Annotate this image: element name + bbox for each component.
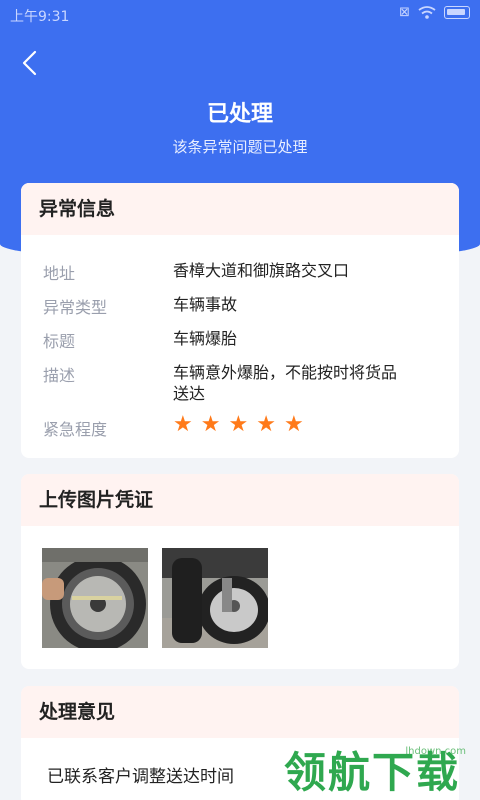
wifi-icon [418, 5, 436, 19]
opinion-text: 已联系客户调整送达时间 [47, 767, 234, 787]
card-title: 异常信息 [21, 183, 459, 235]
card-title: 上传图片凭证 [21, 474, 459, 526]
evidence-photo-2[interactable] [162, 548, 268, 648]
status-time: 上午9:31 [10, 9, 70, 25]
urgency-rating: ★ ★ ★ ★ ★ [173, 414, 304, 436]
info-label: 标题 [43, 332, 76, 351]
info-label: 紧急程度 [43, 420, 108, 439]
watermark-logo: lhdown.com 领航下载 [284, 736, 474, 800]
page-subtitle: 该条异常问题已处理 [172, 138, 308, 156]
photo-list [42, 548, 268, 648]
star-icon: ★ [256, 412, 276, 437]
info-value: 香樟大道和御旗路交叉口 [173, 261, 350, 280]
battery-icon [444, 6, 470, 19]
info-value: 车辆爆胎 [173, 329, 238, 348]
page-title: 已处理 [206, 102, 273, 127]
card-title: 处理意见 [21, 686, 459, 738]
exception-info-card: 异常信息 地址 香樟大道和御旗路交叉口 异常类型 车辆事故 标题 车辆爆胎 描述… [21, 183, 459, 458]
photo-evidence-card: 上传图片凭证 [21, 474, 459, 669]
evidence-photo-1[interactable] [42, 548, 148, 648]
star-icon: ★ [173, 412, 193, 437]
status-bar: 上午9:31 ⊠ [0, 0, 480, 30]
status-icons: ⊠ [399, 5, 470, 20]
back-button[interactable] [16, 48, 46, 78]
info-label: 异常类型 [43, 298, 108, 317]
chevron-left-icon [22, 50, 37, 76]
info-value: 车辆意外爆胎，不能按时将货品送达 [173, 363, 398, 403]
info-label: 描述 [43, 366, 76, 385]
info-value: 车辆事故 [173, 295, 238, 314]
star-icon: ★ [228, 412, 249, 437]
star-icon: ★ [283, 412, 304, 437]
info-label: 地址 [43, 264, 76, 283]
star-icon: ★ [200, 412, 221, 437]
watermark-text: 领航下载 [284, 748, 461, 797]
notification-off-icon: ⊠ [399, 5, 410, 20]
